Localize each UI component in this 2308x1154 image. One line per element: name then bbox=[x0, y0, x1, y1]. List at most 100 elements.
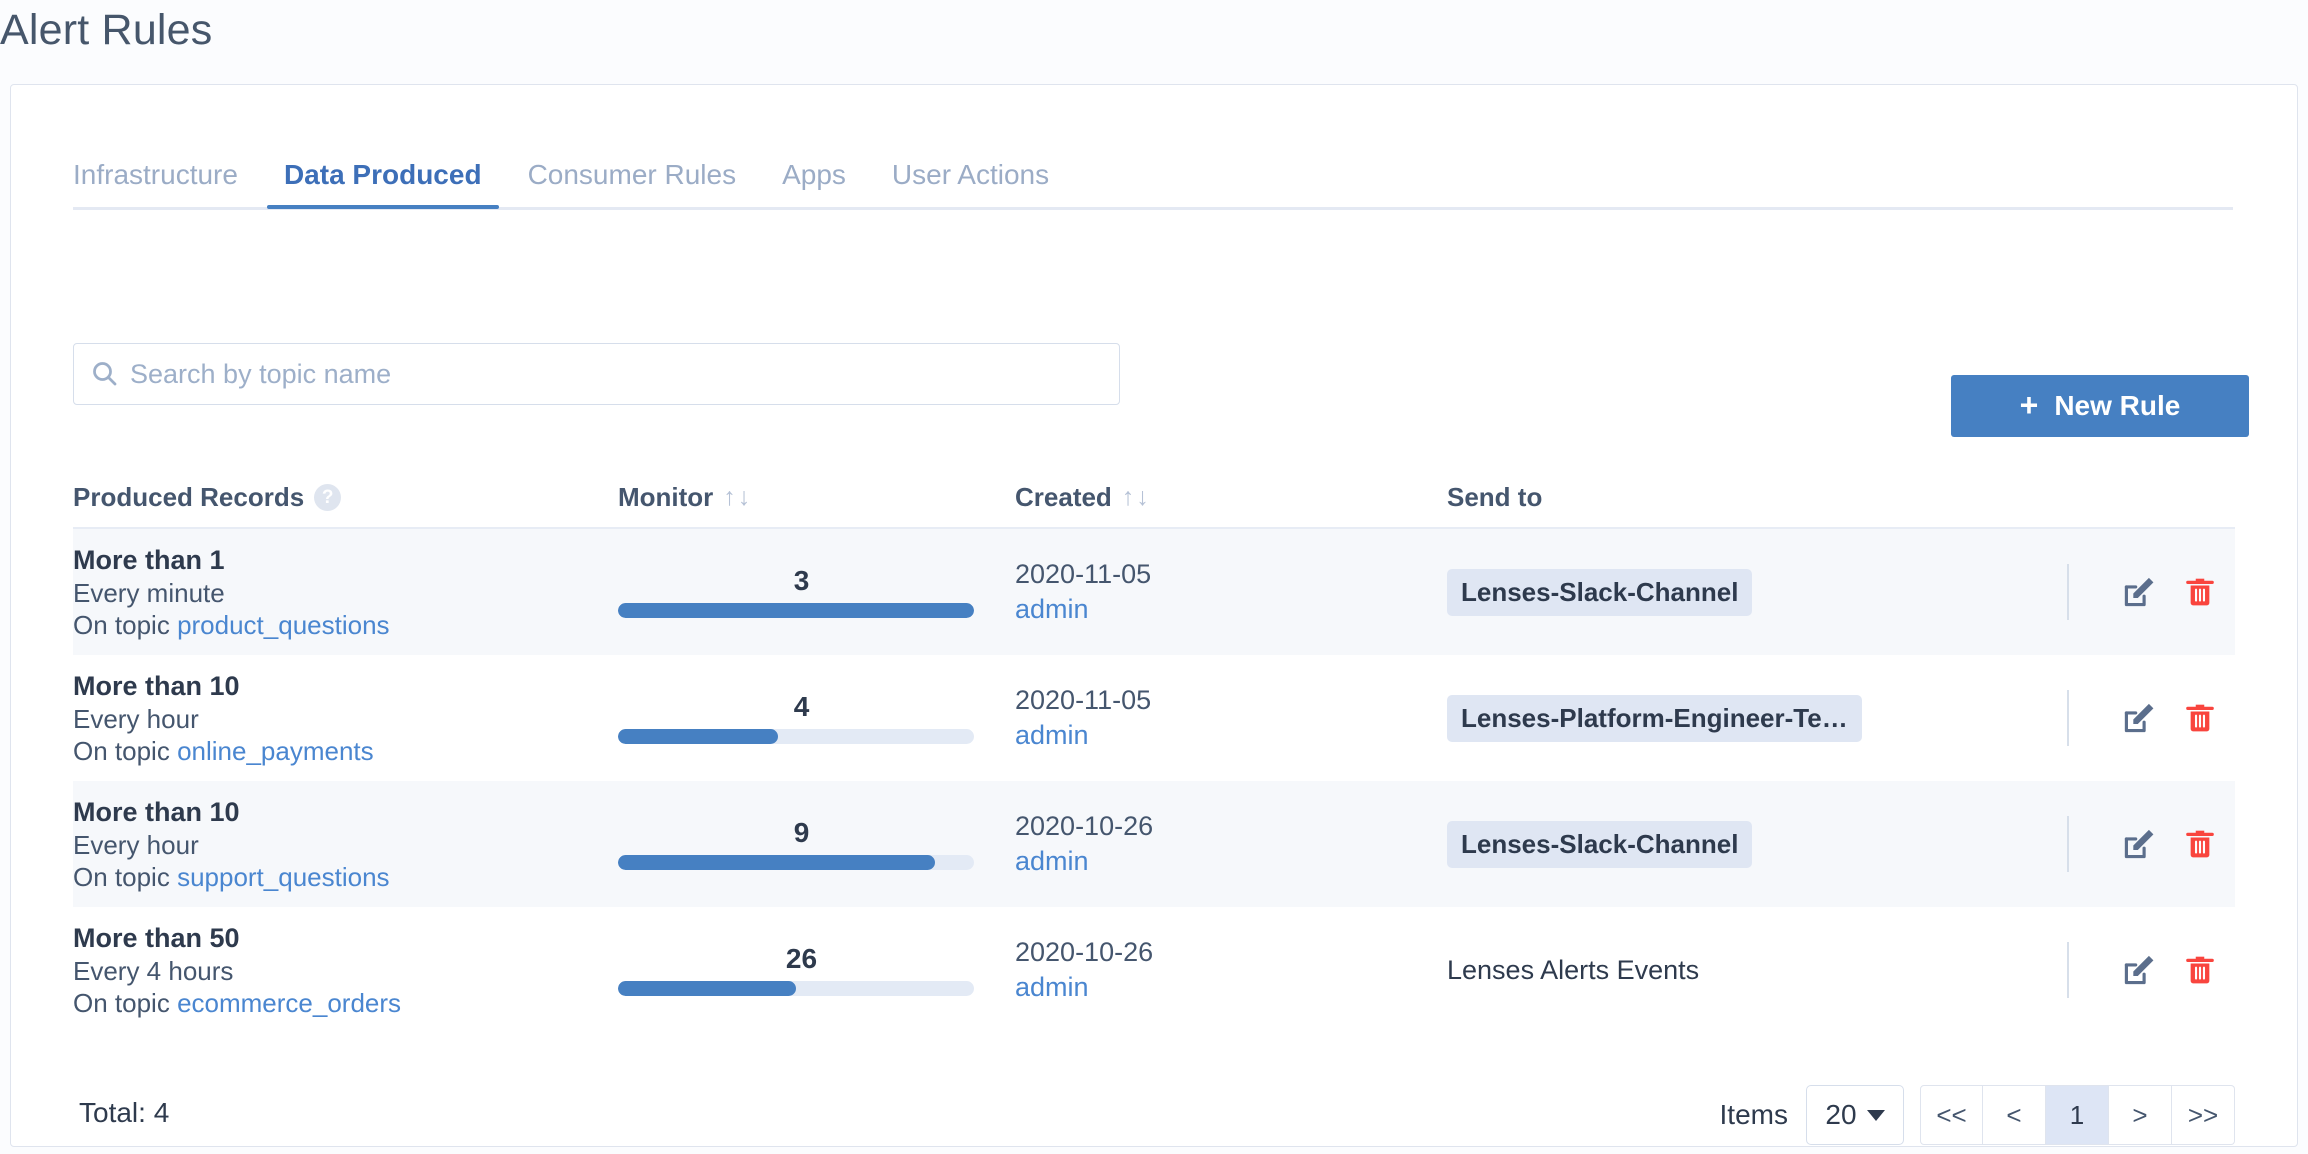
column-header-created[interactable]: Created ↑ ↓ bbox=[1015, 482, 1447, 513]
created-user-link[interactable]: admin bbox=[1015, 843, 1447, 879]
table-row: More than 10 Every hour On topic support_q… bbox=[73, 781, 2235, 907]
send-to-badge[interactable]: Lenses-Slack-Channel bbox=[1447, 820, 1753, 868]
first-page-button[interactable]: << bbox=[1920, 1085, 1983, 1145]
sort-arrows-monitor[interactable]: ↑ ↓ bbox=[723, 484, 751, 510]
created-user-link[interactable]: admin bbox=[1015, 969, 1447, 1005]
trash-icon[interactable] bbox=[2183, 953, 2217, 987]
rule-topic-link[interactable]: online_payments bbox=[177, 736, 374, 766]
total-count: Total: 4 bbox=[79, 1097, 170, 1128]
rule-threshold: More than 10 bbox=[73, 671, 240, 701]
page-title: Alert Rules bbox=[0, 6, 213, 54]
sort-ascending-icon[interactable]: ↑ bbox=[1122, 484, 1135, 510]
previous-page-button[interactable]: < bbox=[1983, 1085, 2046, 1145]
sort-descending-icon[interactable]: ↓ bbox=[1136, 484, 1149, 510]
created-cell: 2020-11-05 admin bbox=[1015, 683, 1447, 753]
monitor-progress-bar bbox=[618, 729, 974, 744]
edit-icon[interactable] bbox=[2121, 574, 2157, 610]
column-header-send-to-label: Send to bbox=[1447, 481, 1543, 512]
page-1-button[interactable]: 1 bbox=[2046, 1085, 2109, 1145]
sort-arrows-created[interactable]: ↑ ↓ bbox=[1122, 484, 1149, 510]
edit-icon[interactable] bbox=[2121, 952, 2157, 988]
rule-threshold: More than 50 bbox=[73, 923, 240, 953]
rule-frequency: Every hour bbox=[73, 704, 199, 734]
send-to-cell: Lenses Alerts Events bbox=[1447, 955, 2067, 986]
created-date: 2020-10-26 bbox=[1015, 937, 1154, 967]
tab-user-actions[interactable]: User Actions bbox=[892, 158, 1049, 206]
created-user-link[interactable]: admin bbox=[1015, 717, 1447, 753]
created-user-link[interactable]: admin bbox=[1015, 591, 1447, 627]
rule-cell: More than 10 Every hour On topic online_pa… bbox=[73, 669, 618, 767]
sort-descending-icon[interactable]: ↓ bbox=[738, 484, 751, 510]
row-actions bbox=[2067, 564, 2239, 620]
rule-cell: More than 10 Every hour On topic support_q… bbox=[73, 795, 618, 893]
actions-divider bbox=[2067, 816, 2069, 872]
alert-rules-page: Alert Rules Infrastructure Data Produced… bbox=[0, 0, 2308, 1154]
monitor-progress-bar bbox=[618, 855, 974, 870]
created-cell: 2020-11-05 admin bbox=[1015, 557, 1447, 627]
trash-icon[interactable] bbox=[2183, 701, 2217, 735]
trash-icon[interactable] bbox=[2183, 827, 2217, 861]
tab-infrastructure[interactable]: Infrastructure bbox=[73, 158, 238, 206]
search-box[interactable] bbox=[73, 343, 1120, 405]
row-actions bbox=[2067, 690, 2239, 746]
rule-topic-line: On topic online_payments bbox=[73, 735, 598, 767]
last-page-button[interactable]: >> bbox=[2172, 1085, 2235, 1145]
alert-rules-card: Infrastructure Data Produced Consumer Ru… bbox=[10, 84, 2298, 1147]
tab-apps[interactable]: Apps bbox=[782, 158, 846, 206]
column-header-monitor-label: Monitor bbox=[618, 481, 714, 512]
column-header-monitor[interactable]: Monitor ↑ ↓ bbox=[618, 482, 1015, 513]
items-label: Items bbox=[1719, 1099, 1788, 1130]
rule-topic-link[interactable]: ecommerce_orders bbox=[177, 988, 401, 1018]
rule-topic-prefix: On topic bbox=[73, 862, 178, 892]
send-to-badge[interactable]: Lenses-Slack-Channel bbox=[1447, 568, 1753, 616]
next-page-button[interactable]: > bbox=[2109, 1085, 2172, 1145]
rule-frequency: Every hour bbox=[73, 830, 199, 860]
monitor-cell: 9 bbox=[618, 818, 1015, 870]
monitor-progress-bar bbox=[618, 603, 974, 618]
items-per-page-select[interactable]: 20 bbox=[1806, 1085, 1904, 1145]
actions-divider bbox=[2067, 564, 2069, 620]
row-actions bbox=[2067, 816, 2239, 872]
rule-cell: More than 50 Every 4 hours On topic ecomme… bbox=[73, 921, 618, 1019]
tab-data-produced[interactable]: Data Produced bbox=[266, 158, 499, 209]
monitor-value: 26 bbox=[785, 943, 818, 974]
created-date: 2020-11-05 bbox=[1015, 559, 1152, 589]
tab-consumer-rules[interactable]: Consumer Rules bbox=[528, 158, 737, 206]
edit-icon[interactable] bbox=[2121, 826, 2157, 862]
column-header-send-to: Send to bbox=[1447, 482, 2067, 513]
actions-divider bbox=[2067, 690, 2069, 746]
send-to-badge[interactable]: Lenses-Platform-Engineer-Te… bbox=[1447, 694, 1862, 742]
page-buttons: << <1 > >> bbox=[1920, 1085, 2235, 1145]
rule-frequency: Every 4 hours bbox=[73, 956, 234, 986]
trash-icon[interactable] bbox=[2183, 575, 2217, 609]
send-to-cell: Lenses-Slack-Channel bbox=[1447, 820, 2067, 868]
edit-icon[interactable] bbox=[2121, 700, 2157, 736]
rule-topic-link[interactable]: support_questions bbox=[177, 862, 389, 892]
search-input[interactable] bbox=[128, 357, 1103, 391]
rule-cell: More than 1 Every minute On topic product_… bbox=[73, 543, 618, 641]
row-actions bbox=[2067, 942, 2239, 998]
created-cell: 2020-10-26 admin bbox=[1015, 809, 1447, 879]
rule-topic-link[interactable]: product_questions bbox=[177, 610, 389, 640]
new-rule-label: New Rule bbox=[2054, 390, 2181, 421]
sort-ascending-icon[interactable]: ↑ bbox=[723, 484, 736, 510]
monitor-cell: 26 bbox=[618, 944, 1015, 996]
help-icon[interactable]: ? bbox=[314, 483, 342, 511]
new-rule-button[interactable]: + New Rule bbox=[1951, 375, 2249, 437]
send-to-cell: Lenses-Platform-Engineer-Te… bbox=[1447, 694, 2067, 742]
rule-topic-prefix: On topic bbox=[73, 736, 178, 766]
column-header-created-label: Created bbox=[1015, 481, 1112, 512]
monitor-progress-fill bbox=[618, 981, 796, 996]
table-body: More than 1 Every minute On topic product_… bbox=[73, 529, 2235, 1033]
plus-icon: + bbox=[2019, 387, 2039, 423]
table-row: More than 10 Every hour On topic online_pa… bbox=[73, 655, 2235, 781]
send-to-cell: Lenses-Slack-Channel bbox=[1447, 568, 2067, 616]
monitor-value: 4 bbox=[793, 691, 810, 722]
monitor-cell: 4 bbox=[618, 692, 1015, 744]
rule-threshold: More than 10 bbox=[73, 797, 240, 827]
table-row: More than 50 Every 4 hours On topic ecomme… bbox=[73, 907, 2235, 1033]
rule-frequency: Every minute bbox=[73, 578, 225, 608]
monitor-cell: 3 bbox=[618, 566, 1015, 618]
monitor-progress-fill bbox=[618, 855, 935, 870]
rule-topic-line: On topic support_questions bbox=[73, 861, 598, 893]
